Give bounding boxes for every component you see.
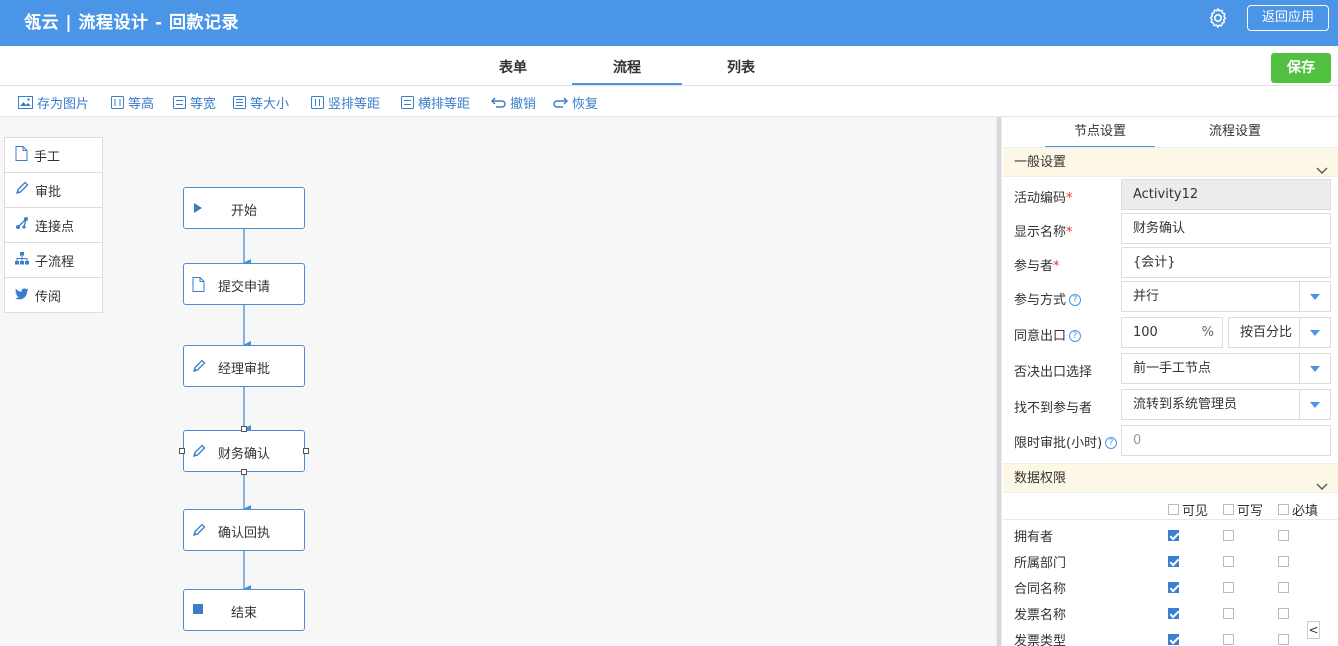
field-label-participants: 参与者* <box>1014 259 1060 274</box>
field-label-time-limit: 限时审批(小时)? <box>1014 432 1118 451</box>
field-label-agree-exit: 同意出口? <box>1014 325 1082 344</box>
chevron-down-icon <box>1299 390 1330 419</box>
visible-checkbox[interactable] <box>1168 530 1179 541</box>
required-checkbox[interactable] <box>1278 608 1289 619</box>
flow-node-confirm-receipt[interactable]: 确认回执 <box>183 509 305 551</box>
perm-col-writable[interactable]: 可写 <box>1223 500 1263 519</box>
table-row: 发票名称 <box>1003 600 1338 626</box>
writable-checkbox[interactable] <box>1223 634 1234 645</box>
required-checkbox[interactable] <box>1278 530 1289 541</box>
field-label-no-participant: 找不到参与者 <box>1014 401 1093 416</box>
help-icon: ? <box>1105 437 1118 449</box>
perm-col-visible[interactable]: 可见 <box>1168 500 1208 519</box>
chevron-down-icon <box>1299 318 1330 347</box>
flow-node-end[interactable]: 结束 <box>183 589 305 631</box>
perm-field-label: 合同名称 <box>1014 582 1067 597</box>
visible-checkbox[interactable] <box>1168 634 1179 645</box>
required-checkbox[interactable] <box>1278 634 1289 645</box>
display-name-field[interactable]: 财务确认 <box>1121 213 1331 244</box>
table-row: 拥有者 <box>1003 522 1338 548</box>
participants-field[interactable]: {会计} <box>1121 247 1331 278</box>
writable-checkbox[interactable] <box>1223 608 1234 619</box>
perm-field-label: 所属部门 <box>1014 556 1067 571</box>
node-label: 开始 <box>230 204 257 219</box>
resize-handle-top[interactable] <box>241 426 247 432</box>
time-limit-field[interactable]: 0 <box>1121 425 1331 456</box>
flow-node-manager-approval[interactable]: 经理审批 <box>183 345 305 387</box>
panel-splitter[interactable] <box>996 117 1002 646</box>
chevron-down-icon <box>1299 282 1330 311</box>
visible-checkbox[interactable] <box>1168 556 1179 567</box>
back-to-app-button[interactable]: 返回应用 <box>1247 5 1329 31</box>
tab-flow-settings[interactable]: 流程设置 <box>1180 120 1290 148</box>
checkbox <box>1278 504 1289 515</box>
section-title: 一般设置 <box>1014 155 1067 170</box>
table-row: 合同名称 <box>1003 574 1338 600</box>
checkbox <box>1223 504 1234 515</box>
resize-handle-left[interactable] <box>179 448 185 454</box>
help-icon: ? <box>1069 294 1082 306</box>
flow-connectors <box>243 229 251 593</box>
tab-node-settings[interactable]: 节点设置 <box>1045 120 1155 148</box>
writable-checkbox[interactable] <box>1223 530 1234 541</box>
perm-field-label: 发票名称 <box>1014 608 1067 623</box>
divider <box>1003 519 1338 520</box>
section-title: 数据权限 <box>1014 471 1067 486</box>
flow-node-start[interactable]: 开始 <box>183 187 305 229</box>
no-participant-select[interactable]: 流转到系统管理员 <box>1121 389 1331 420</box>
section-general[interactable]: 一般设置 <box>1003 147 1338 177</box>
resize-handle-right[interactable] <box>303 448 309 454</box>
node-label: 财务确认 <box>217 447 270 462</box>
reject-exit-select[interactable]: 前一手工节点 <box>1121 353 1331 384</box>
activity-code-field[interactable]: Activity12 <box>1121 179 1331 210</box>
node-label: 提交申请 <box>217 280 270 295</box>
agree-exit-percent-field[interactable]: 100% <box>1121 317 1223 348</box>
required-checkbox[interactable] <box>1278 556 1289 567</box>
field-label-activity-code: 活动编码* <box>1014 191 1073 206</box>
node-label: 确认回执 <box>217 526 270 541</box>
section-data-permissions[interactable]: 数据权限 <box>1003 463 1338 493</box>
perm-col-required[interactable]: 必填 <box>1278 500 1318 519</box>
chevron-down-icon <box>1316 473 1328 502</box>
perm-field-label: 拥有者 <box>1014 530 1054 545</box>
save-button[interactable]: 保存 <box>1271 53 1331 83</box>
chevron-down-icon <box>1299 354 1330 383</box>
table-row: 所属部门 <box>1003 548 1338 574</box>
participation-mode-select[interactable]: 并行 <box>1121 281 1331 312</box>
visible-checkbox[interactable] <box>1168 608 1179 619</box>
writable-checkbox[interactable] <box>1223 582 1234 593</box>
table-row: 发票类型 <box>1003 626 1338 646</box>
collapse-panel-button[interactable]: < <box>1307 621 1320 639</box>
resize-handle-bottom[interactable] <box>241 469 247 475</box>
field-label-display-name: 显示名称* <box>1014 225 1073 240</box>
gear-icon[interactable] <box>1207 7 1229 29</box>
visible-checkbox[interactable] <box>1168 582 1179 593</box>
checkbox <box>1168 504 1179 515</box>
help-icon: ? <box>1069 330 1082 342</box>
agree-exit-mode-select[interactable]: 按百分比 <box>1228 317 1331 348</box>
field-label-participation-mode: 参与方式? <box>1014 289 1082 308</box>
node-label: 结束 <box>230 606 257 621</box>
required-checkbox[interactable] <box>1278 582 1289 593</box>
properties-panel: 节点设置 流程设置 一般设置 活动编码* Activity12 显示名称* 财务… <box>1003 117 1338 646</box>
flow-node-finance-confirm[interactable]: 财务确认 <box>183 430 305 472</box>
flow-node-submit[interactable]: 提交申请 <box>183 263 305 305</box>
field-label-reject-exit: 否决出口选择 <box>1014 365 1093 380</box>
perm-field-label: 发票类型 <box>1014 634 1067 646</box>
writable-checkbox[interactable] <box>1223 556 1234 567</box>
node-label: 经理审批 <box>217 362 270 377</box>
